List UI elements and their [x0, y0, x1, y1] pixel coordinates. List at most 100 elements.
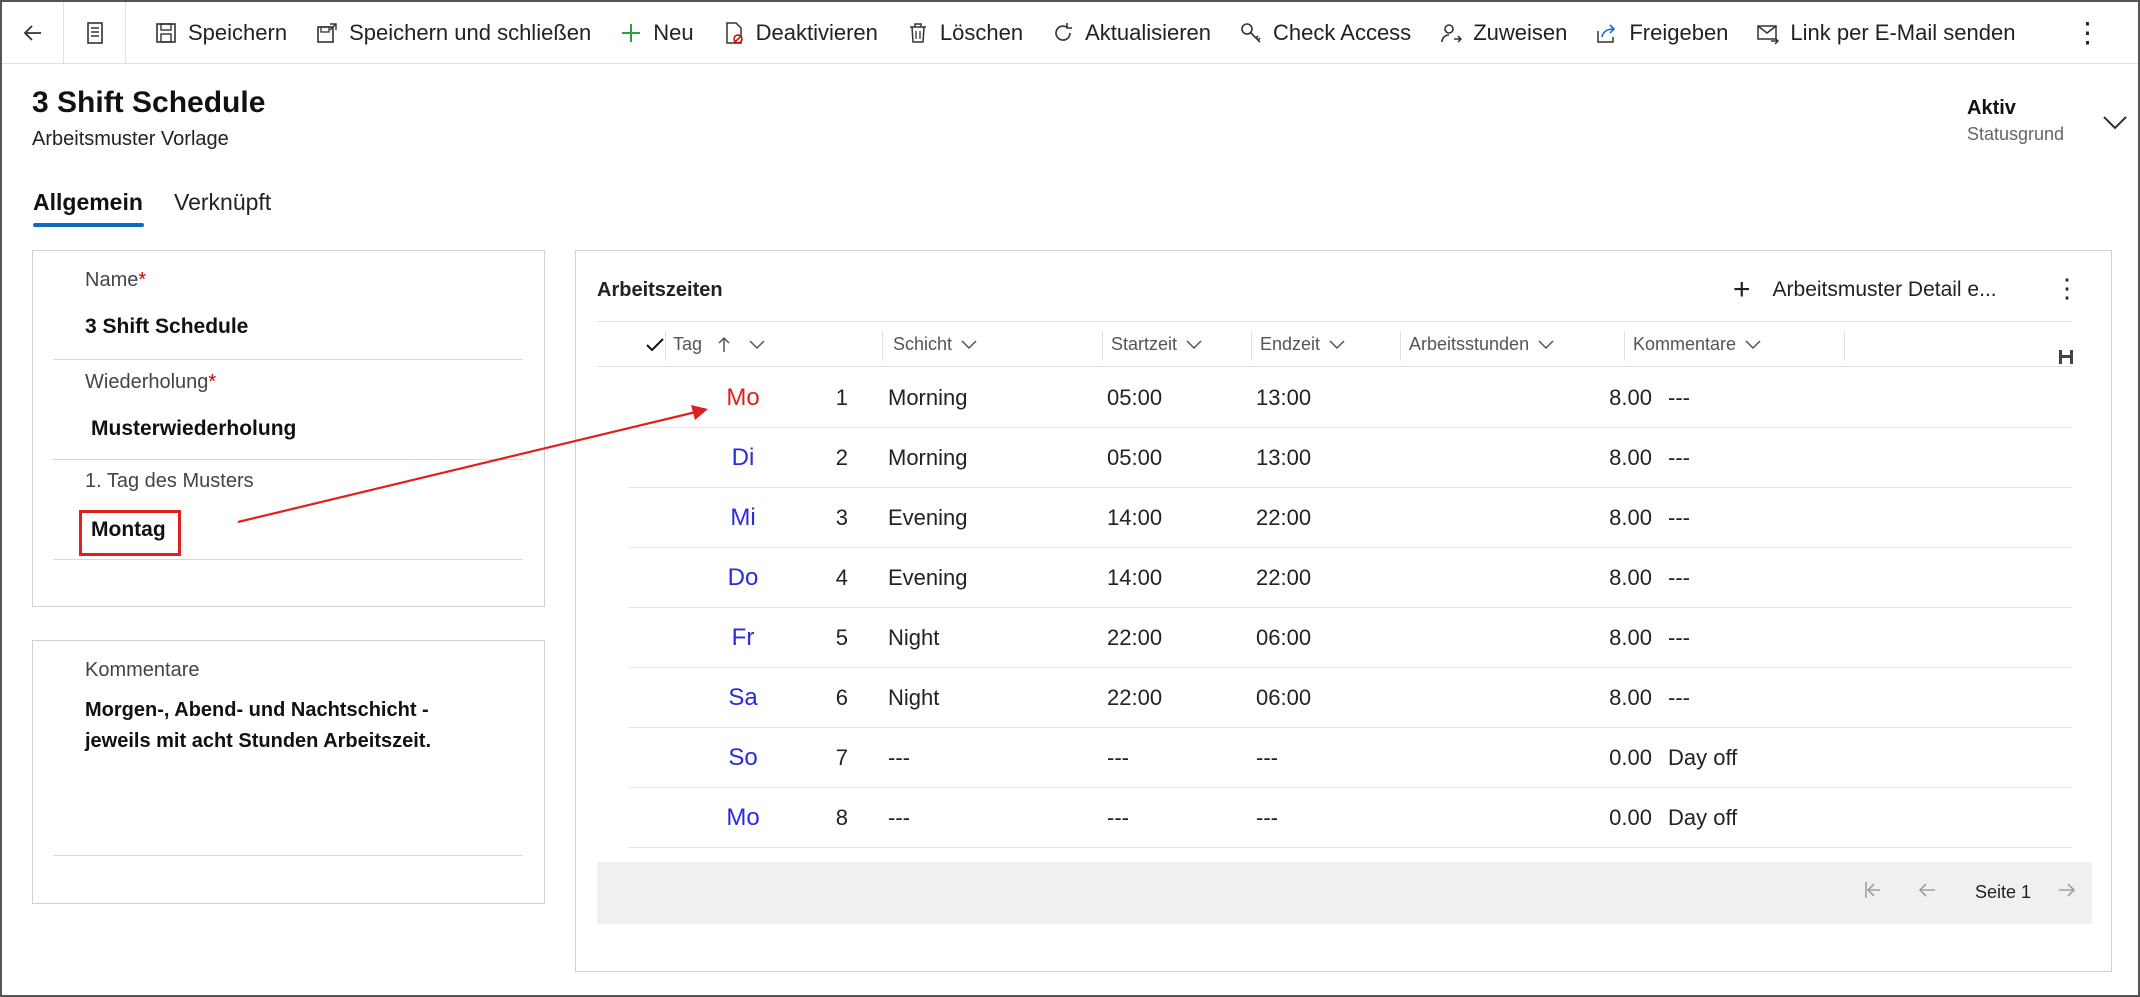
column-header-label: Kommentare: [1633, 334, 1737, 354]
day-cell[interactable]: Sa: [720, 668, 766, 728]
work-hours-cell: 8.00: [1609, 385, 1652, 410]
document-icon: [86, 21, 103, 44]
table-row[interactable]: Mo 8 --- --- --- 0.00 Day off: [628, 788, 2072, 848]
chevron-down-icon[interactable]: [2100, 110, 2130, 134]
save-icon: [156, 22, 176, 43]
day-cell[interactable]: Mi: [720, 488, 766, 548]
new-label: Neu: [653, 19, 694, 45]
next-page-icon[interactable]: [2055, 878, 2079, 902]
day-cell[interactable]: Do: [720, 548, 766, 608]
first-page-icon[interactable]: [1861, 878, 1885, 902]
share-button[interactable]: Freigeben: [1581, 2, 1742, 64]
table-row[interactable]: Mo 1 Morning 05:00 13:00 8.00 ---: [628, 368, 2072, 428]
tab-allgemein[interactable]: Allgemein: [33, 189, 143, 216]
table-row[interactable]: So 7 --- --- --- 0.00 Day off: [628, 728, 2072, 788]
column-header-arbeitsstunden[interactable]: Arbeitsstunden: [1409, 322, 1555, 367]
save-close-button[interactable]: Speichern und schließen: [301, 2, 605, 64]
assign-label: Zuweisen: [1473, 19, 1568, 45]
chevron-down-icon: [961, 339, 977, 349]
first-day-field-label: 1. Tag des Musters: [85, 470, 254, 492]
repeat-field-label: Wiederholung*: [85, 371, 216, 394]
start-time-cell: 22:00: [1107, 685, 1163, 710]
column-header-label: Tag: [673, 334, 703, 354]
table-row[interactable]: Mi 3 Evening 14:00 22:00 8.00 ---: [628, 488, 2072, 548]
trash-icon: [909, 22, 926, 43]
checkmark-icon: [646, 337, 664, 351]
grid-more-button[interactable]: ⋮: [2054, 273, 2080, 304]
plus-icon: +: [1733, 273, 1751, 306]
column-header-kommentare[interactable]: Kommentare: [1633, 322, 1762, 367]
day-cell[interactable]: Fr: [720, 608, 766, 668]
day-number-cell: 3: [835, 505, 848, 530]
column-header-label: Arbeitsstunden: [1409, 334, 1530, 354]
divider: [53, 359, 523, 360]
status-value: Aktiv: [1967, 97, 2016, 119]
back-button[interactable]: [2, 1, 64, 64]
save-icon[interactable]: [2057, 348, 2075, 366]
save-button[interactable]: Speichern: [140, 2, 301, 64]
work-hours-cell: 0.00: [1609, 745, 1652, 770]
start-time-cell: 14:00: [1107, 505, 1163, 530]
day-cell[interactable]: So: [720, 728, 766, 788]
save-close-icon: [317, 22, 337, 43]
column-header-tag[interactable]: Tag: [673, 322, 766, 367]
first-day-field[interactable]: Montag: [91, 518, 166, 542]
comment-cell: ---: [1668, 625, 1690, 650]
deactivate-button[interactable]: Deaktivieren: [708, 2, 892, 64]
day-number-cell: 2: [835, 445, 848, 470]
day-cell[interactable]: Mo: [720, 788, 766, 848]
form-view-button[interactable]: [64, 1, 126, 64]
more-commands-button[interactable]: ⋮: [2059, 2, 2115, 64]
email-link-button[interactable]: Link per E-Mail senden: [1742, 2, 2029, 64]
new-button[interactable]: Neu: [605, 2, 707, 64]
chevron-down-icon: [1745, 339, 1761, 349]
shift-cell: Night: [888, 685, 940, 710]
general-fields-card: Name* 3 Shift Schedule Wiederholung* Mus…: [32, 250, 545, 607]
previous-page-icon[interactable]: [1915, 878, 1939, 902]
add-detail-button[interactable]: + Arbeitsmuster Detail e...: [1733, 273, 1997, 307]
deactivate-label: Deaktivieren: [755, 19, 878, 45]
column-header-startzeit[interactable]: Startzeit: [1111, 322, 1203, 367]
refresh-button[interactable]: Aktualisieren: [1037, 2, 1225, 64]
table-row[interactable]: Di 2 Morning 05:00 13:00 8.00 ---: [628, 428, 2072, 488]
assign-user-icon: [1441, 23, 1463, 43]
shift-cell: Evening: [888, 505, 968, 530]
tab-verknuepft[interactable]: Verknüpft: [174, 189, 271, 216]
column-separator: [1102, 331, 1103, 361]
comments-field[interactable]: Morgen-, Abend- und Nachtschicht - jewei…: [85, 695, 431, 757]
table-row[interactable]: Do 4 Evening 14:00 22:00 8.00 ---: [628, 548, 2072, 608]
delete-button[interactable]: Löschen: [892, 2, 1037, 64]
select-all-checkbox[interactable]: [637, 322, 665, 367]
sort-ascending-icon: [718, 336, 730, 352]
app-window: Speichern Speichern und schließen Neu De…: [0, 0, 2140, 997]
table-row[interactable]: Sa 6 Night 22:00 06:00 8.00 ---: [628, 668, 2072, 728]
divider: [53, 559, 523, 560]
day-cell[interactable]: Di: [720, 428, 766, 488]
divider: [53, 855, 523, 856]
work-hours-cell: 8.00: [1609, 625, 1652, 650]
save-close-label: Speichern und schließen: [349, 19, 592, 45]
check-access-button[interactable]: Check Access: [1225, 2, 1425, 64]
assign-button[interactable]: Zuweisen: [1425, 2, 1581, 64]
column-header-schicht[interactable]: Schicht: [893, 322, 978, 367]
refresh-icon: [1055, 22, 1073, 41]
chevron-down-icon: [1538, 339, 1554, 349]
column-header-label: Startzeit: [1111, 334, 1178, 354]
grid-header-row: Tag Schicht Startzeit Endzeit Arbeitsstu…: [597, 322, 2072, 367]
shift-cell: ---: [888, 805, 910, 830]
table-row[interactable]: Fr 5 Night 22:00 06:00 8.00 ---: [628, 608, 2072, 668]
name-field[interactable]: 3 Shift Schedule: [85, 315, 248, 339]
status-reason-label: Statusgrund: [1967, 124, 2065, 144]
start-time-cell: ---: [1107, 745, 1129, 770]
work-hours-cell: 8.00: [1609, 565, 1652, 590]
end-time-cell: 22:00: [1256, 505, 1312, 530]
column-header-endzeit[interactable]: Endzeit: [1260, 322, 1346, 367]
refresh-label: Aktualisieren: [1085, 19, 1212, 45]
shift-cell: Evening: [888, 565, 968, 590]
shift-cell: Night: [888, 625, 940, 650]
day-cell[interactable]: Mo: [720, 368, 766, 428]
comments-card: Kommentare Morgen-, Abend- und Nachtschi…: [32, 640, 545, 904]
day-number-cell: 4: [835, 565, 848, 590]
column-separator: [665, 331, 666, 361]
repeat-field[interactable]: Musterwiederholung: [91, 417, 296, 441]
